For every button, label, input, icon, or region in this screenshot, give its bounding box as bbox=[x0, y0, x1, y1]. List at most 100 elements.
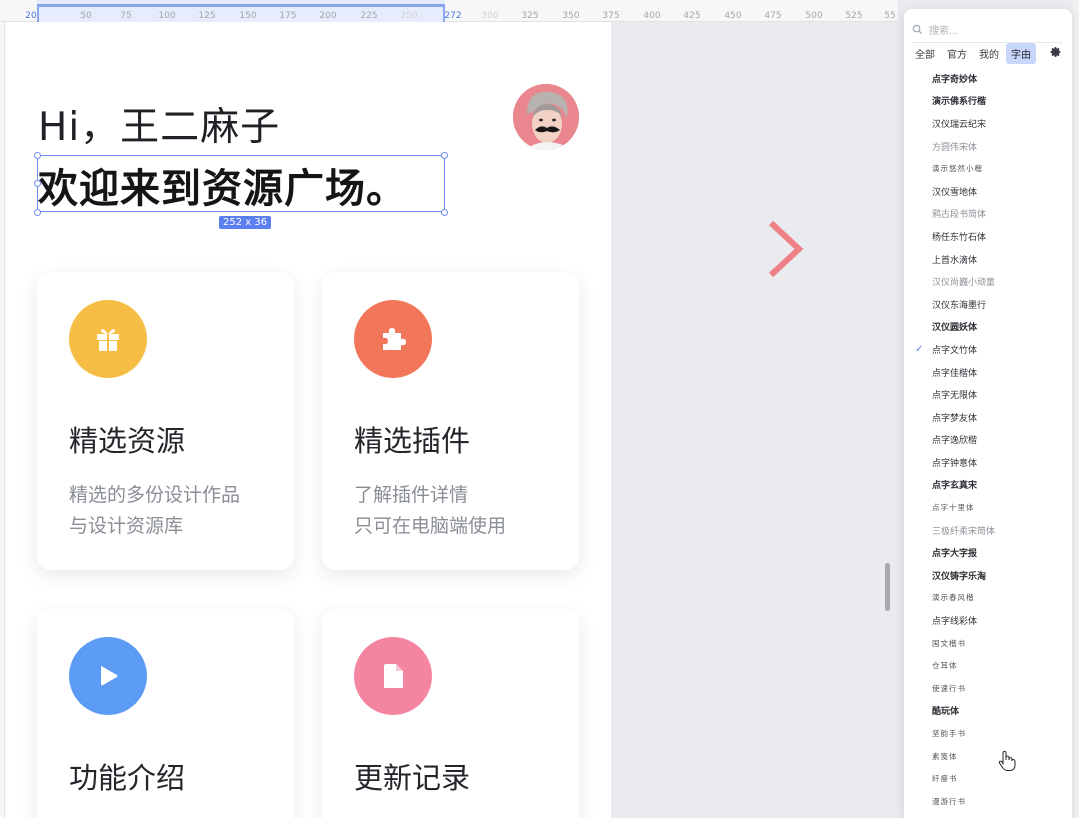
resize-handle[interactable] bbox=[441, 209, 448, 216]
font-item[interactable]: 点字钟意体 bbox=[904, 451, 1072, 474]
avatar[interactable] bbox=[513, 84, 579, 150]
ruler-tick: 400 bbox=[643, 11, 661, 21]
ruler-tick: 500 bbox=[805, 11, 823, 21]
font-item[interactable]: 坚韵手书 bbox=[904, 722, 1072, 745]
font-item[interactable]: 点字玄真宋 bbox=[904, 474, 1072, 497]
tab-all[interactable]: 全部 bbox=[910, 43, 940, 64]
font-item[interactable]: 演示春风楷 bbox=[904, 587, 1072, 610]
ruler-tick: 250 bbox=[400, 11, 418, 21]
font-item[interactable]: 使速行书 bbox=[904, 677, 1072, 700]
font-item[interactable]: 点字佳楷体 bbox=[904, 361, 1072, 384]
card-feature-intro[interactable]: 功能介绍 bbox=[37, 609, 294, 818]
font-item[interactable]: 汉仪瑞云纪宋 bbox=[904, 112, 1072, 135]
font-name: 国文楷书 bbox=[932, 638, 966, 648]
card-title: 更新记录 bbox=[354, 761, 471, 795]
font-name: 点字十里体 bbox=[932, 503, 975, 513]
card-featured-resources[interactable]: 精选资源 精选的多份设计作品 与设计资源库 bbox=[37, 272, 294, 570]
font-item[interactable]: 素笺体 bbox=[904, 745, 1072, 768]
tab-official[interactable]: 官方 bbox=[942, 43, 972, 64]
selection-box[interactable] bbox=[37, 155, 445, 212]
tab-ziyou[interactable]: 字由 bbox=[1006, 42, 1036, 64]
resize-handle[interactable] bbox=[34, 152, 41, 159]
font-name: 点字佳楷体 bbox=[932, 368, 978, 379]
font-item[interactable]: 汉仪尚巍小顽童 bbox=[904, 270, 1072, 293]
resize-handle[interactable] bbox=[34, 209, 41, 216]
greeting-text[interactable]: Hi，王二麻子 bbox=[38, 96, 280, 152]
font-item[interactable]: 点字奇妙体 bbox=[904, 67, 1072, 90]
font-item[interactable]: 酷玩体 bbox=[904, 700, 1072, 723]
card-desc-line: 只可在电脑端使用 bbox=[354, 515, 507, 537]
ruler-tick: 450 bbox=[724, 11, 742, 21]
font-name: 上首水滴体 bbox=[932, 255, 978, 266]
artboard[interactable]: Hi，王二麻子 欢迎来到资源广场。 252 x 36 精选资源 精选的多份设计作… bbox=[5, 22, 611, 818]
font-item[interactable]: 国文楷书 bbox=[904, 632, 1072, 655]
search-input[interactable]: 搜索... bbox=[929, 22, 959, 37]
font-item[interactable]: 汉仪东海墨行 bbox=[904, 293, 1072, 316]
font-item[interactable]: 点字十里体 bbox=[904, 496, 1072, 519]
ruler-tick: 325 bbox=[521, 11, 539, 21]
card-desc-line: 与设计资源库 bbox=[69, 515, 184, 537]
horizontal-ruler: 20 50 75 100 125 150 175 200 225 250 272… bbox=[0, 0, 898, 22]
resize-handle[interactable] bbox=[34, 180, 41, 187]
ruler-tick: 125 bbox=[198, 11, 216, 21]
card-icon-bg bbox=[69, 637, 147, 715]
font-item[interactable]: 漫游行书 bbox=[904, 790, 1072, 813]
ruler-selection-bar bbox=[37, 4, 445, 7]
font-item[interactable]: 仓耳体 bbox=[904, 654, 1072, 677]
font-item[interactable]: 演示佛系行楷 bbox=[904, 90, 1072, 113]
font-search[interactable]: 搜索... bbox=[912, 17, 1062, 43]
tab-mine[interactable]: 我的 bbox=[974, 43, 1004, 64]
play-icon bbox=[101, 666, 118, 686]
font-name: 漫游行书 bbox=[932, 796, 966, 806]
font-item[interactable]: 上首水滴体 bbox=[904, 248, 1072, 271]
font-name: 三极纤柔宋简体 bbox=[932, 526, 996, 537]
font-item[interactable]: 演示悠然小楷 bbox=[904, 157, 1072, 180]
font-item[interactable]: 鸦古段书简体 bbox=[904, 203, 1072, 226]
search-icon bbox=[912, 24, 923, 35]
font-name: 素笺体 bbox=[932, 751, 958, 761]
font-item[interactable]: 汉仪铸字乐淘 bbox=[904, 564, 1072, 587]
font-item[interactable]: 点字大字报 bbox=[904, 541, 1072, 564]
font-name: 使速行书 bbox=[932, 683, 966, 693]
file-icon bbox=[384, 664, 403, 688]
font-picker-panel[interactable]: 搜索... 全部 官方 我的 字由 点字奇妙体 演示佛系行楷 汉仪瑞云纪宋 方圆… bbox=[904, 9, 1072, 818]
font-name: 汉仪东海墨行 bbox=[932, 300, 987, 311]
font-item[interactable]: 方圆伟宋体 bbox=[904, 135, 1072, 158]
ruler-tick: 350 bbox=[562, 11, 580, 21]
card-changelog[interactable]: 更新记录 bbox=[322, 609, 579, 818]
ruler-tick: 475 bbox=[764, 11, 782, 21]
ruler-tick: 375 bbox=[602, 11, 620, 21]
font-item[interactable]: 纤瘦书 bbox=[904, 767, 1072, 790]
ruler-tick: 425 bbox=[683, 11, 701, 21]
right-edge-strip bbox=[1072, 0, 1079, 818]
gear-icon[interactable] bbox=[1050, 46, 1062, 58]
font-list: 点字奇妙体 演示佛系行楷 汉仪瑞云纪宋 方圆伟宋体 演示悠然小楷 汉仪雪地体 鸦… bbox=[904, 67, 1072, 813]
canvas-scrollbar[interactable] bbox=[885, 563, 890, 611]
font-item[interactable]: 点字梦友体 bbox=[904, 406, 1072, 429]
font-item[interactable]: 三极纤柔宋简体 bbox=[904, 519, 1072, 542]
font-name: 汉仪圆妖体 bbox=[932, 323, 978, 334]
font-name: 方圆伟宋体 bbox=[932, 142, 978, 153]
ruler-tick: 20 bbox=[25, 11, 37, 21]
font-item-selected[interactable]: ✓ 点字文竹体 bbox=[904, 338, 1072, 361]
avatar-image bbox=[513, 84, 579, 150]
font-name: 杨任东竹石体 bbox=[932, 232, 987, 243]
font-name: 演示佛系行楷 bbox=[932, 97, 987, 108]
font-item[interactable]: 汉仪雪地体 bbox=[904, 180, 1072, 203]
font-item[interactable]: 杨任东竹石体 bbox=[904, 225, 1072, 248]
font-name: 点字玄真宋 bbox=[932, 481, 978, 492]
font-name: 点字无限体 bbox=[932, 391, 978, 402]
card-icon-bg bbox=[354, 637, 432, 715]
chevron-right-icon bbox=[768, 220, 804, 278]
card-title: 功能介绍 bbox=[69, 761, 186, 795]
font-item[interactable]: 点字无限体 bbox=[904, 383, 1072, 406]
card-title: 精选插件 bbox=[354, 424, 471, 458]
font-item[interactable]: 汉仪圆妖体 bbox=[904, 316, 1072, 339]
resize-handle[interactable] bbox=[441, 152, 448, 159]
font-name: 仓耳体 bbox=[932, 661, 958, 671]
font-item[interactable]: 点字逸欣楷 bbox=[904, 429, 1072, 452]
card-featured-plugins[interactable]: 精选插件 了解插件详情 只可在电脑端使用 bbox=[322, 272, 579, 570]
font-tabs: 全部 官方 我的 字由 bbox=[910, 41, 1038, 65]
font-name: 点字奇妙体 bbox=[932, 74, 978, 85]
font-item[interactable]: 点字线彩体 bbox=[904, 609, 1072, 632]
